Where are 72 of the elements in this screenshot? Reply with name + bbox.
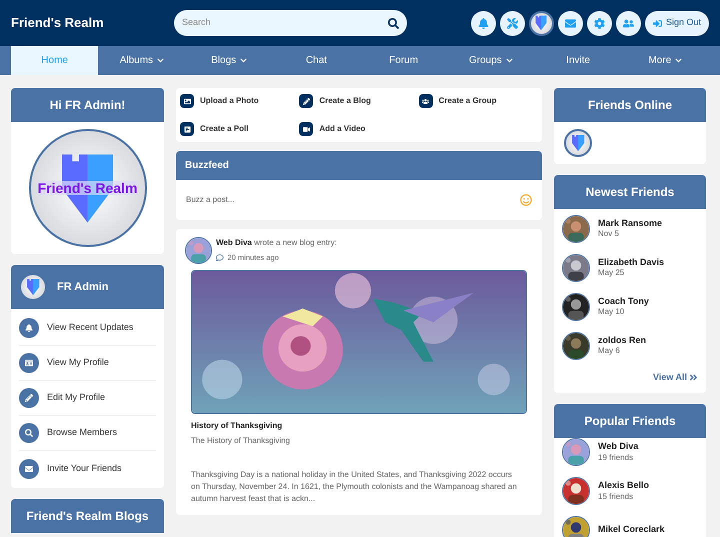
bell-icon <box>478 18 489 28</box>
post-excerpt: Thanksgiving Day is a national holiday in the United States, and Thanksgiving 2022 occurs on Thursday, November 24. In 1621, the Plymouth colonists and the Wampanoag shared an autumn harvest feast that is ackn... <box>191 469 518 505</box>
card-title: Friend's Realm Blogs <box>11 499 164 533</box>
poll-icon <box>180 122 194 136</box>
friend-name[interactable]: Mikel Coreclark <box>598 524 665 536</box>
friend-name[interactable]: Mark Ransome <box>598 218 662 230</box>
friend-detail: May 25 <box>598 268 626 278</box>
nav-tab[interactable]: Invite <box>534 46 622 75</box>
profile-link[interactable]: View My Profile <box>19 346 156 381</box>
action-link[interactable]: Create a Poll <box>180 122 300 136</box>
envelope-icon <box>564 18 576 28</box>
profile-link[interactable]: Invite Your Friends <box>19 451 156 486</box>
comment-icon <box>216 254 224 262</box>
settings-button[interactable] <box>586 10 612 36</box>
image-icon <box>180 94 194 108</box>
friends-button[interactable] <box>616 10 641 36</box>
friend-detail: May 10 <box>598 307 626 318</box>
friend-name[interactable]: Alexis Bello <box>598 480 650 492</box>
nav-tab[interactable]: Forum <box>360 46 448 75</box>
search-icon[interactable] <box>388 18 399 28</box>
friend-name[interactable]: zoldos Ren <box>598 334 646 346</box>
friend-detail: May 6 <box>598 346 621 356</box>
friend-name[interactable]: Web Diva <box>598 441 638 453</box>
search-input[interactable]: Search <box>182 16 388 30</box>
profile-name: FR Admin <box>57 280 109 295</box>
id-card-icon <box>19 353 39 373</box>
friend-detail: Nov 5 <box>598 229 620 240</box>
post-field[interactable]: Buzz a post... <box>186 194 520 206</box>
nav-tab[interactable]: Chat <box>272 46 360 75</box>
post-byline: Web Diva wrote a new blog entry: <box>216 237 337 250</box>
friend-detail: 15 friends <box>598 492 634 502</box>
search-icon <box>19 423 39 443</box>
friend-detail: 19 friends <box>598 452 634 463</box>
sign-out-button[interactable]: Sign Out <box>644 10 709 36</box>
messages-button[interactable] <box>558 10 583 36</box>
card-title: Newest Friends <box>554 175 706 209</box>
action-link[interactable]: Upload a Photo <box>180 94 300 108</box>
notifications-button[interactable] <box>470 10 496 36</box>
search-field[interactable]: Search <box>174 10 407 36</box>
settings-icon <box>594 18 605 28</box>
action-link[interactable]: Create a Group <box>418 94 538 108</box>
friend-name[interactable]: Elizabeth Davis <box>598 256 664 268</box>
users-icon <box>418 94 433 108</box>
site-title[interactable]: Friend's Realm <box>11 13 174 33</box>
pencil-icon <box>19 388 39 408</box>
view-all-link[interactable]: View All <box>652 371 698 384</box>
card-title: Popular Friends <box>554 404 706 438</box>
post-subtitle: The History of Thanksgiving <box>191 435 292 447</box>
nav-tab[interactable]: Albums <box>98 46 186 75</box>
users-icon <box>622 18 634 28</box>
sign-out-icon <box>652 18 662 28</box>
card-title: Hi FR Admin! <box>11 88 164 122</box>
card-title: Buzzfeed <box>176 151 542 180</box>
tools-icon <box>506 18 518 28</box>
friend-name[interactable]: Coach Tony <box>598 296 649 308</box>
pencil-icon <box>299 94 314 108</box>
logo-text: Friend's Realm <box>36 181 138 195</box>
bell-icon <box>19 318 39 338</box>
nav-tab[interactable]: Blogs <box>186 46 273 75</box>
action-link[interactable]: Create a Blog <box>299 94 419 108</box>
profile-link[interactable]: Browse Members <box>19 416 156 451</box>
profile-link[interactable]: Edit My Profile <box>19 381 156 416</box>
profile-link[interactable]: View Recent Updates <box>19 311 156 346</box>
nav-tab[interactable]: Groups <box>447 46 534 75</box>
video-camera-icon <box>299 122 314 136</box>
double-chevron-icon <box>689 373 698 382</box>
card-title: Friends Online <box>554 88 706 122</box>
nav-tab[interactable]: More <box>622 46 709 75</box>
post-title[interactable]: History of Thanksgiving <box>191 420 527 432</box>
action-link[interactable]: Add a Video <box>299 122 419 136</box>
tools-button[interactable] <box>500 10 525 36</box>
envelope-icon <box>19 458 39 478</box>
